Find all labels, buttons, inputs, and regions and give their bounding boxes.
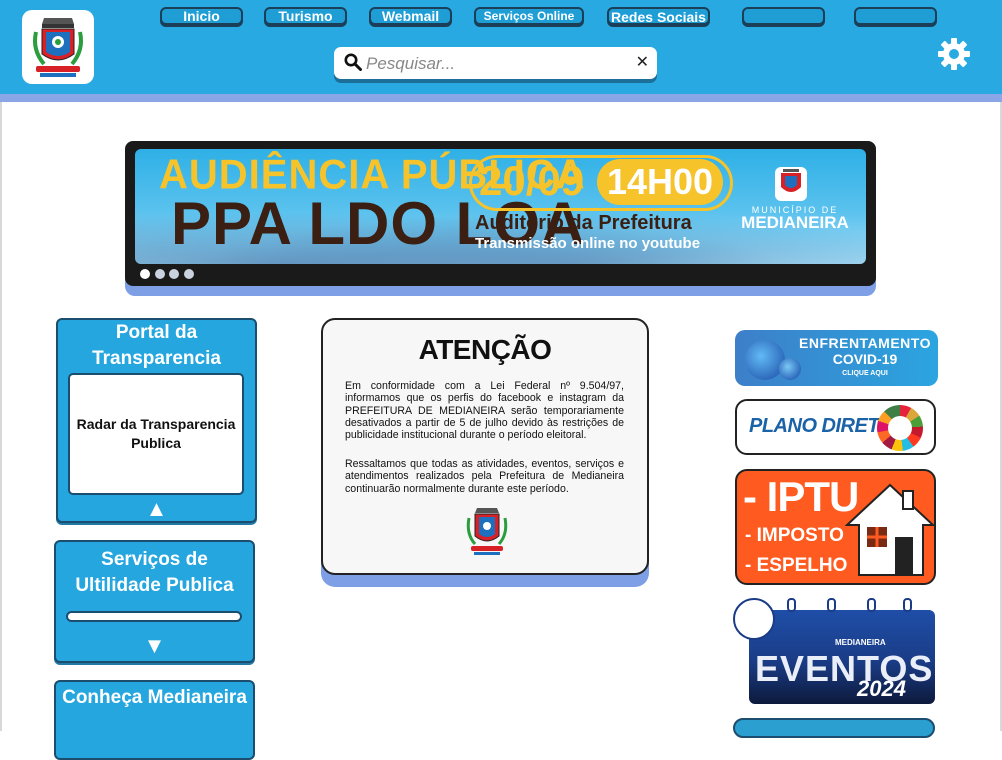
nav-empty-2[interactable] <box>854 7 937 25</box>
banner-city: MEDIANEIRA <box>741 213 849 232</box>
header-divider <box>0 94 1002 102</box>
next-banner[interactable] <box>733 718 935 738</box>
nav-turismo[interactable]: Turismo <box>264 7 347 25</box>
covid-title: ENFRENTAMENTO <box>799 335 931 351</box>
carousel-dot-4[interactable] <box>184 269 194 279</box>
carousel-slide[interactable]: AUDIÊNCIA PÚBLICA PPA LDO LOA 20/09 14H0… <box>135 149 866 264</box>
banner-time: 14H00 <box>597 159 723 205</box>
expand-arrow-down[interactable]: ▼ <box>54 633 255 659</box>
calendar-ring <box>827 598 836 612</box>
banner-stream-note: Transmissão online no youtube <box>475 235 701 252</box>
banner-crest-icon <box>775 167 807 201</box>
panel-title: Portal da Transparencia <box>92 322 221 369</box>
carousel-dot-1[interactable] <box>140 269 150 279</box>
plano-diretor-banner[interactable]: PLANO DIRETOR <box>735 399 936 455</box>
eventos-city: MEDIANEIRA <box>835 638 886 647</box>
radar-transparencia-link[interactable]: Radar da Transparencia Publica <box>68 373 244 495</box>
link-label: Radar da Transparencia Publica <box>76 416 236 451</box>
search-input[interactable] <box>364 51 628 77</box>
iptu-banner[interactable]: - IPTU - IMPOSTO - ESPELHO <box>735 469 936 585</box>
panel-title: Conheça Medianeira <box>62 687 247 708</box>
nav-redes-sociais[interactable]: Redes Sociais <box>607 7 710 25</box>
coat-of-arms-icon <box>466 508 508 555</box>
nav-empty-1[interactable] <box>742 7 825 25</box>
calendar-ring <box>867 598 876 612</box>
panel-conheca[interactable]: Conheça Medianeira <box>54 680 255 760</box>
eventos-banner[interactable]: MEDIANEIRA EVENTOS 2024 <box>733 598 936 706</box>
notice-paragraph-1: Em conformidade com a Lei Federal nº 9.5… <box>345 380 624 442</box>
iptu-imposto: - IMPOSTO <box>745 525 844 546</box>
calendar-ring <box>787 598 796 612</box>
search-icon[interactable] <box>344 53 362 71</box>
gear-icon[interactable] <box>936 36 972 72</box>
banner-date: 20/09 <box>479 157 585 204</box>
sdg-wheel-icon <box>877 405 923 451</box>
panel-title: Serviços de Ultilidade Publica <box>75 549 234 596</box>
city-logo[interactable] <box>22 10 94 84</box>
covid-banner[interactable]: ENFRENTAMENTO COVID-19 CLIQUE AQUI <box>735 330 938 386</box>
covid-cta: CLIQUE AQUI <box>842 370 888 377</box>
eventos-calendar: MEDIANEIRA EVENTOS 2024 <box>749 610 935 704</box>
nav-servicos-online[interactable]: Serviços Online <box>474 7 584 25</box>
close-icon[interactable]: ✕ <box>636 52 649 72</box>
notice-title: ATENÇÃO <box>418 334 552 365</box>
iptu-espelho: - ESPELHO <box>745 555 848 576</box>
banner-place: Auditório da Prefeitura <box>475 212 692 234</box>
notice-paragraph-2: Ressaltamos que todas as atividades, eve… <box>345 458 624 495</box>
eventos-title: EVENTOS <box>755 648 934 689</box>
eventos-year: 2024 <box>857 676 906 701</box>
eventos-logo-icon <box>733 598 775 640</box>
calendar-ring <box>903 598 912 612</box>
covid-subtitle: COVID-19 <box>832 351 898 367</box>
nav-webmail[interactable]: Webmail <box>369 7 452 25</box>
carousel-dot-2[interactable] <box>155 269 165 279</box>
coat-of-arms-icon <box>24 12 92 82</box>
virus-icon <box>745 340 785 380</box>
collapse-arrow-up[interactable]: ▲ <box>56 496 257 522</box>
nav-inicio[interactable]: Inicio <box>160 7 243 25</box>
panel-collapsed-content <box>66 611 242 622</box>
notice-card: ATENÇÃO Em conformidade com a Lei Federa… <box>321 318 649 575</box>
iptu-title: - IPTU <box>743 473 859 520</box>
carousel-dot-3[interactable] <box>169 269 179 279</box>
search-bar: ✕ <box>334 47 657 79</box>
house-icon <box>845 483 934 576</box>
